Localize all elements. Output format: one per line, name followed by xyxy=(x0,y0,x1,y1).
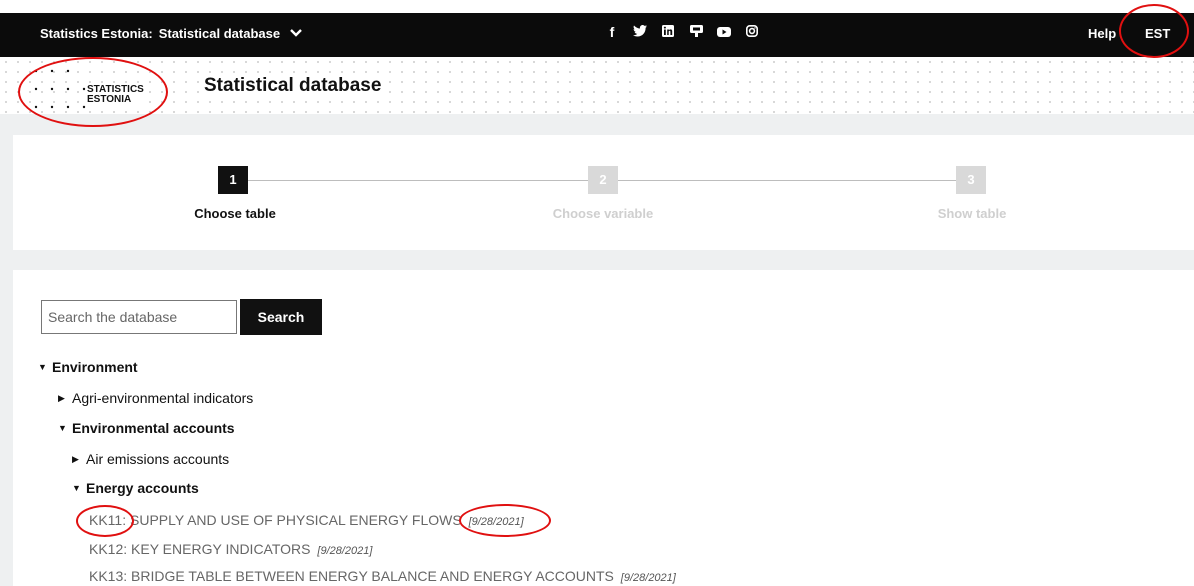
step-1-label: Choose table xyxy=(194,206,276,221)
page-header xyxy=(0,57,1194,114)
table-date: [9/28/2021] xyxy=(468,516,524,528)
table-title: SUPPLY AND USE OF PHYSICAL ENERGY FLOWS xyxy=(130,512,462,528)
step-2-number: 2 xyxy=(588,166,618,194)
table-code: KK11: xyxy=(89,512,127,528)
linkedin-icon[interactable] xyxy=(654,24,682,40)
brand-app-name: Statistical database xyxy=(158,26,281,41)
instagram-icon[interactable] xyxy=(738,24,766,40)
twitter-icon[interactable] xyxy=(626,24,654,40)
table-title: KEY ENERGY INDICATORS xyxy=(131,541,311,557)
table-date: [9/28/2021] xyxy=(317,545,373,557)
youtube-icon[interactable] xyxy=(710,24,738,40)
table-code: KK13: xyxy=(89,568,128,584)
app-switcher[interactable]: Statistics Estonia: Statistical database xyxy=(40,26,302,41)
caret-down-icon: ▼ xyxy=(72,483,81,493)
caret-right-icon: ▶ xyxy=(58,392,65,403)
tree-node-label: Environment xyxy=(52,359,138,375)
tree-node-energy-accounts[interactable]: ▼ Energy accounts xyxy=(72,480,199,496)
table-title: BRIDGE TABLE BETWEEN ENERGY BALANCE AND … xyxy=(131,568,614,584)
search-button[interactable]: Search xyxy=(240,299,322,335)
caret-down-icon: ▼ xyxy=(38,362,47,372)
logo-dot-grid xyxy=(32,67,92,112)
flickr-icon[interactable] xyxy=(682,24,710,40)
brand-prefix: Statistics Estonia: xyxy=(40,26,153,41)
step-2-label: Choose variable xyxy=(552,206,654,221)
table-link-kk11[interactable]: KK11: SUPPLY AND USE OF PHYSICAL ENERGY … xyxy=(89,512,524,528)
social-links: f xyxy=(598,24,766,40)
tree-node-label: Environmental accounts xyxy=(72,420,235,436)
table-code: KK12: xyxy=(89,541,128,557)
chevron-down-icon xyxy=(290,28,302,40)
language-switch-est[interactable]: EST xyxy=(1145,26,1170,41)
tree-node-air-emissions[interactable]: ▶ Air emissions accounts xyxy=(72,451,229,467)
step-connector-2-3 xyxy=(618,180,956,181)
step-3-number: 3 xyxy=(956,166,986,194)
statistics-estonia-logo[interactable]: STATISTICS ESTONIA xyxy=(20,64,170,114)
facebook-icon[interactable]: f xyxy=(598,24,626,40)
step-1-number[interactable]: 1 xyxy=(218,166,248,194)
tree-node-label: Agri-environmental indicators xyxy=(72,390,254,406)
top-whitespace xyxy=(0,0,1194,13)
step-connector-1-2 xyxy=(248,180,588,181)
table-date: [9/28/2021] xyxy=(620,572,676,584)
step-3-label: Show table xyxy=(937,206,1007,221)
tree-node-environmental-accounts[interactable]: ▼ Environmental accounts xyxy=(58,420,235,436)
table-link-kk12[interactable]: KK12: KEY ENERGY INDICATORS [9/28/2021] xyxy=(89,541,372,557)
search-input[interactable] xyxy=(41,300,237,334)
tree-node-agri-environmental[interactable]: ▶ Agri-environmental indicators xyxy=(58,390,253,406)
tree-node-label: Air emissions accounts xyxy=(86,451,230,467)
caret-right-icon: ▶ xyxy=(72,453,79,464)
page-title: Statistical database xyxy=(200,75,386,97)
help-link[interactable]: Help xyxy=(1088,26,1116,41)
tree-node-environment[interactable]: ▼ Environment xyxy=(38,359,138,375)
logo-wordmark: STATISTICS ESTONIA xyxy=(87,85,144,105)
caret-down-icon: ▼ xyxy=(58,423,67,433)
table-link-kk13[interactable]: KK13: BRIDGE TABLE BETWEEN ENERGY BALANC… xyxy=(89,568,676,584)
logo-line-2: ESTONIA xyxy=(87,94,132,105)
tree-node-label: Energy accounts xyxy=(86,480,199,496)
